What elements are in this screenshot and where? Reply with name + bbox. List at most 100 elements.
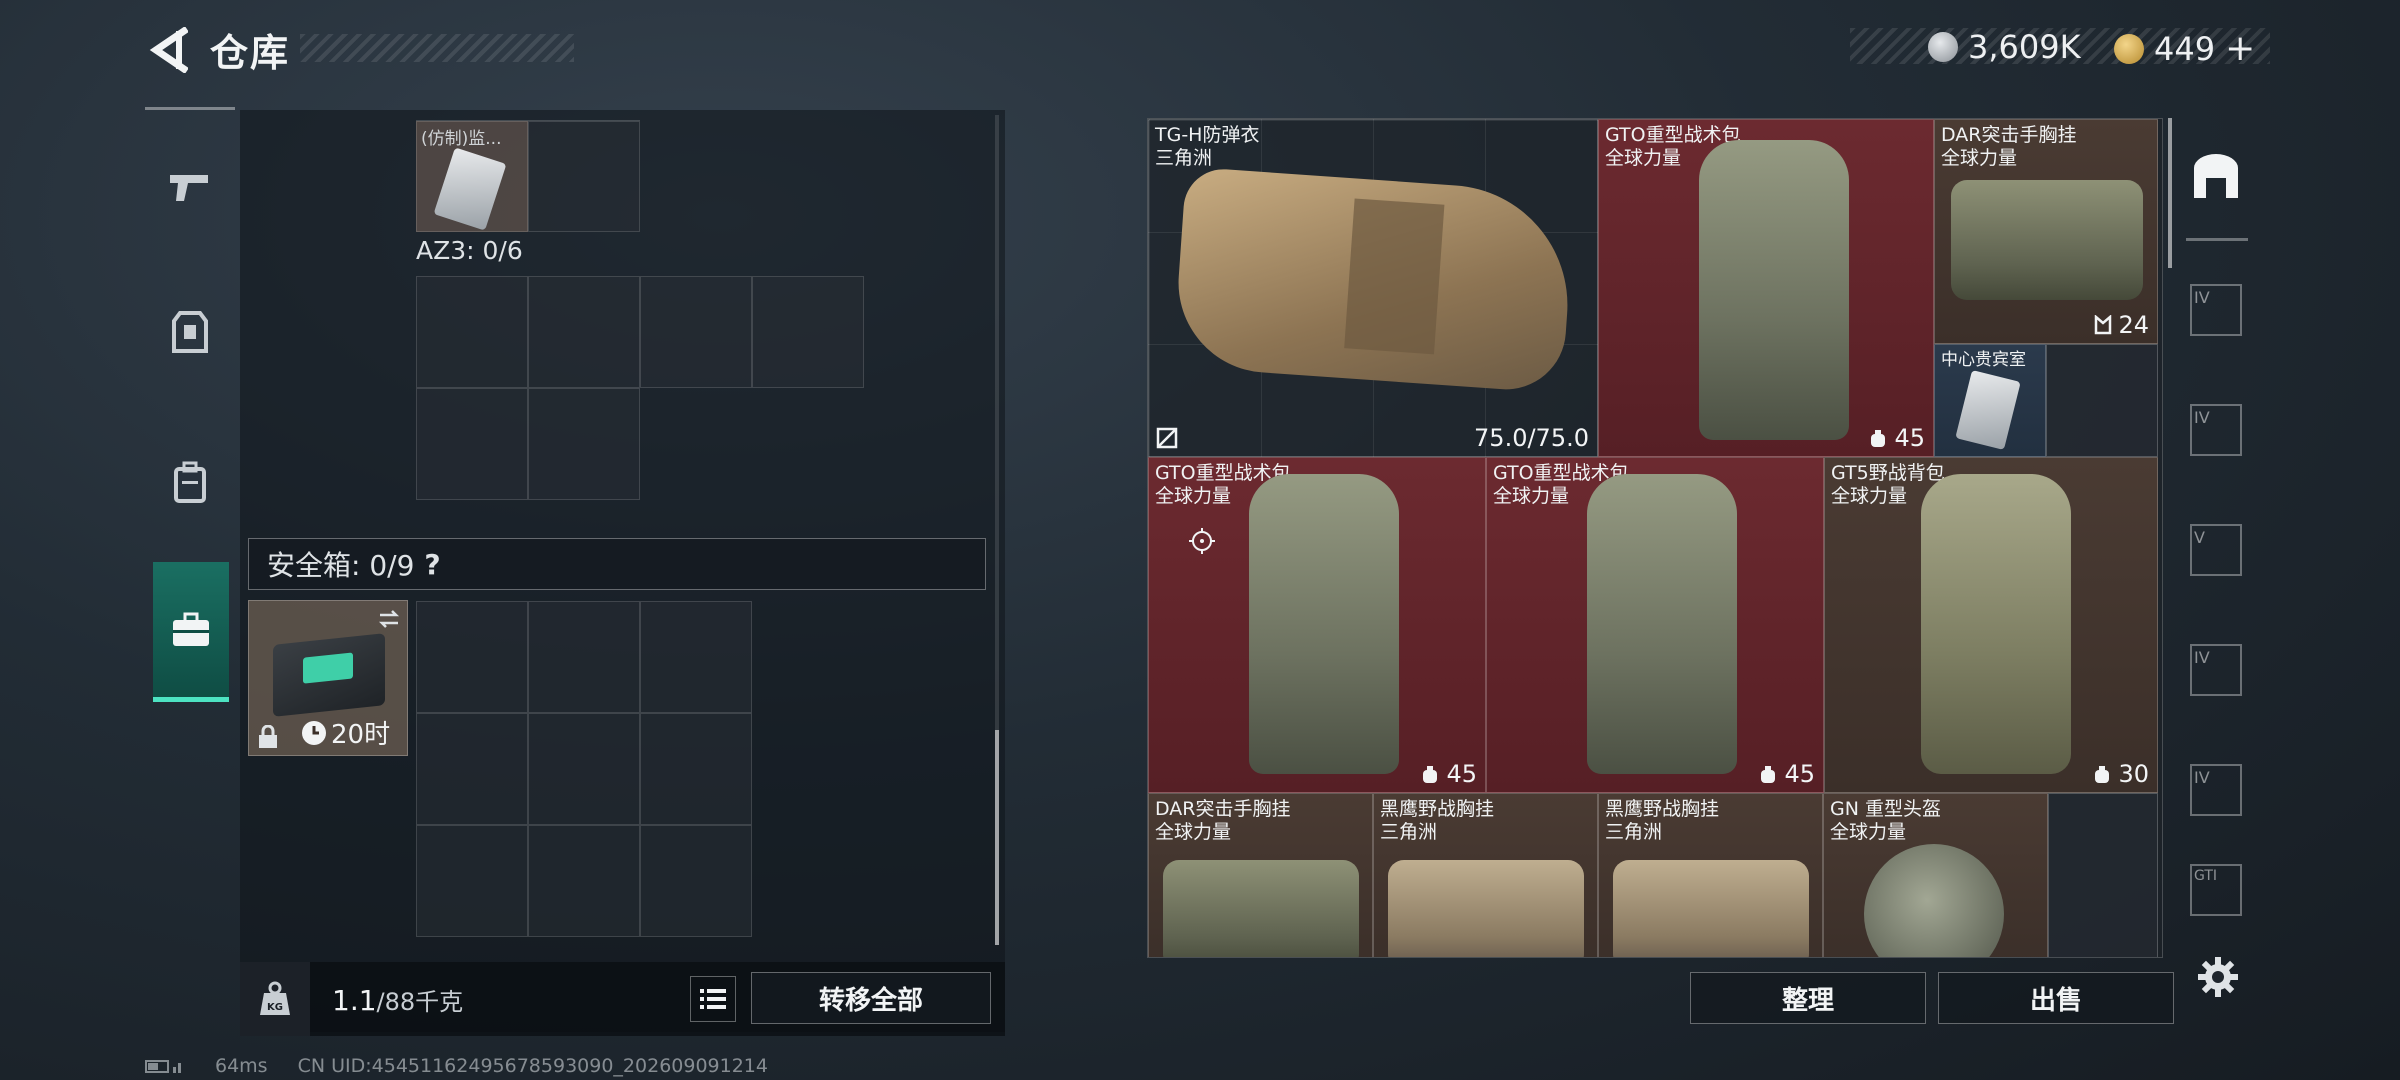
tab-safebox[interactable] <box>153 562 229 702</box>
stash-item-dar-chest-rig[interactable]: DAR突击手胸挂 全球力量 <box>1148 793 1373 957</box>
sort-button[interactable]: 整理 <box>1690 972 1926 1024</box>
add-stash-icon: IV <box>2190 284 2242 336</box>
gold-currency[interactable]: 449 + <box>2114 28 2255 69</box>
stash-item-blackhawk-chest-rig[interactable]: 黑鹰野战胸挂 三角洲 <box>1373 793 1598 957</box>
safe-box-image <box>273 633 385 717</box>
weight-bar: KG 1.1/88千克 转移全部 <box>240 962 1005 1036</box>
stash-item-gt5-field-backpack[interactable]: GT5野战背包 全球力量 30 <box>1824 457 2158 793</box>
empty-slot[interactable] <box>416 276 528 388</box>
stash-item-gto-tactical-pack[interactable]: GTO重型战术包 全球力量 45 <box>1486 457 1824 793</box>
page-title: 仓库 <box>210 31 291 75</box>
tab-all-stash[interactable] <box>2180 120 2252 232</box>
silver-amount: 3,609K <box>1968 28 2081 66</box>
empty-slot[interactable] <box>640 601 752 713</box>
back-button[interactable] <box>138 22 198 78</box>
tab-stash-3[interactable]: V <box>2180 490 2252 610</box>
weight-icon-box: KG <box>240 962 310 1036</box>
tab-backpack[interactable] <box>145 412 235 552</box>
back-arrow-icon <box>149 27 188 73</box>
empty-slot[interactable] <box>528 825 640 937</box>
backpack-capacity-icon <box>1761 766 1776 783</box>
stash-item-gto-tactical-pack[interactable]: GTO重型战术包 全球力量 45 <box>1598 119 1934 457</box>
container-item-slot[interactable]: (仿制)监... <box>416 121 528 232</box>
empty-slot[interactable] <box>2046 344 2158 457</box>
stash-home-icon <box>2194 154 2238 198</box>
add-gold-button[interactable]: + <box>2225 28 2255 69</box>
timer-text: 20时 <box>331 720 391 750</box>
backpack-capacity-icon <box>1871 430 1886 447</box>
category-tabs <box>145 107 235 715</box>
empty-slot[interactable] <box>528 121 640 232</box>
empty-slot[interactable] <box>640 276 752 388</box>
az3-label: AZ3: 0/6 <box>416 236 523 265</box>
capacity: 45 <box>1420 760 1477 788</box>
tab-armor[interactable] <box>145 262 235 402</box>
item-title: 黑鹰野战胸挂 三角洲 <box>1380 798 1495 843</box>
card-icon <box>433 147 507 231</box>
item-title: 黑鹰野战胸挂 三角洲 <box>1605 798 1720 843</box>
stash-item-vip-room-key[interactable]: 中心贵宾室 <box>1934 344 2046 457</box>
empty-slot[interactable] <box>416 825 528 937</box>
item-title: TG-H防弹衣 三角洲 <box>1155 124 1260 169</box>
backpack-image <box>1699 140 1849 440</box>
backpack-capacity-icon <box>1423 766 1438 783</box>
stash-item-tg-h-armor[interactable]: TG-H防弹衣 三角洲 75.0/75.0 <box>1148 119 1598 457</box>
stash-item-blackhawk-chest-rig[interactable]: 黑鹰野战胸挂 三角洲 <box>1598 793 1823 957</box>
uid-text: CN UID:4545116249567859309​0_20260909121… <box>297 1055 768 1077</box>
stash-tabs: IV IV V IV IV GTI <box>2180 120 2252 930</box>
empty-slot[interactable] <box>416 713 528 825</box>
tab-stash-1[interactable]: IV <box>2180 250 2252 370</box>
tab-weapons[interactable] <box>145 117 235 257</box>
empty-slot[interactable] <box>752 276 864 388</box>
tab-stash-6[interactable]: GTI <box>2180 850 2252 930</box>
chest-rig-image <box>1951 180 2143 300</box>
empty-slot[interactable] <box>2048 793 2158 957</box>
briefcase-icon <box>173 612 209 646</box>
weight-max: /88千克 <box>376 988 464 1016</box>
item-title: 中心贵宾室 <box>1941 350 2026 370</box>
empty-slot[interactable] <box>528 713 640 825</box>
list-view-button[interactable] <box>690 976 736 1022</box>
safe-box-item[interactable]: 20时 <box>248 600 408 756</box>
capacity: 45 <box>1758 760 1815 788</box>
tab-stash-5[interactable]: IV <box>2180 730 2252 850</box>
title-decoration <box>300 34 574 62</box>
swap-icon[interactable] <box>377 607 401 631</box>
stash-item-dar-chest-rig[interactable]: DAR突击手胸挂 全球力量 24 <box>1934 119 2158 344</box>
crosshair-icon <box>1189 528 1215 554</box>
battery-signal-icon <box>145 1060 181 1073</box>
safe-box-header: 安全箱: 0/9 ? <box>248 538 986 590</box>
help-button[interactable]: ? <box>424 548 440 581</box>
settings-button[interactable] <box>2193 952 2243 1002</box>
empty-slot[interactable] <box>528 601 640 713</box>
gold-coin-icon <box>2114 33 2144 64</box>
folder-stash-icon: IV <box>2190 764 2242 816</box>
capacity: 45 <box>1868 424 1925 452</box>
stash-grid: TG-H防弹衣 三角洲 75.0/75.0 GTO重型战术包 全球力量 45 DAR… <box>1147 118 2163 958</box>
empty-slot[interactable] <box>528 276 640 388</box>
empty-slot[interactable] <box>416 601 528 713</box>
stash-scroll-thumb[interactable] <box>2168 118 2172 268</box>
scrollbar-thumb[interactable] <box>995 730 999 945</box>
chest-rig-image <box>1613 860 1809 957</box>
backpack-icon <box>174 461 206 503</box>
sell-button[interactable]: 出售 <box>1938 972 2174 1024</box>
stash-item-gn-heavy-helmet[interactable]: GN 重型头盔 全球力量 <box>1823 793 2048 957</box>
safe-box-label: 安全箱: 0/9 <box>267 549 415 582</box>
empty-slot[interactable] <box>528 388 640 500</box>
tab-stash-2[interactable]: IV <box>2180 370 2252 490</box>
ping-text: 64ms <box>215 1055 268 1077</box>
gun-stash-icon: GTI <box>2190 864 2242 916</box>
empty-slot[interactable] <box>416 388 528 500</box>
stash-item-gto-tactical-pack[interactable]: GTO重型战术包 全球力量 45 <box>1148 457 1486 793</box>
warning-stash-icon: IV <box>2190 644 2242 696</box>
clock-icon <box>302 720 326 745</box>
empty-slot[interactable] <box>640 713 752 825</box>
lock-icon <box>259 725 277 748</box>
transfer-all-button[interactable]: 转移全部 <box>751 972 991 1024</box>
key-stash-icon: V <box>2190 524 2242 576</box>
silver-currency[interactable]: 3,609K <box>1928 28 2081 66</box>
tab-stash-4[interactable]: IV <box>2180 610 2252 730</box>
empty-slot[interactable] <box>640 825 752 937</box>
item-title: DAR突击手胸挂 全球力量 <box>1155 798 1291 843</box>
